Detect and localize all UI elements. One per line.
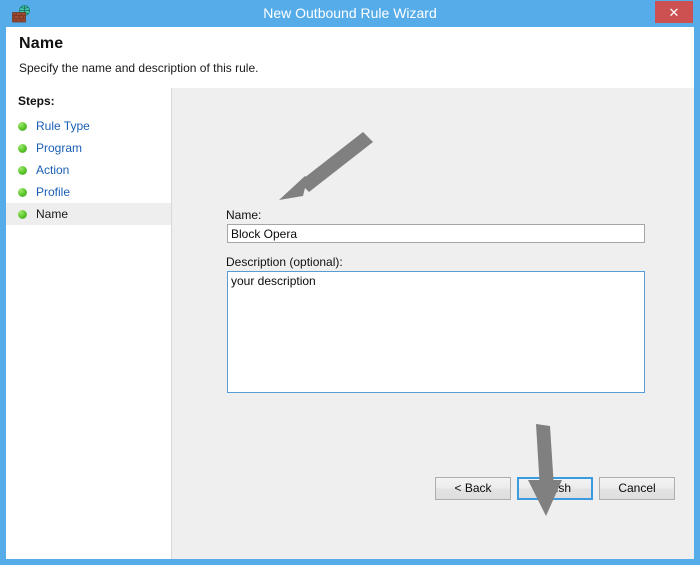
window-title: New Outbound Rule Wizard: [263, 5, 437, 21]
content-panel: Name: Description (optional): < Back Fin…: [172, 88, 694, 559]
button-bar: < Back Finish Cancel: [172, 477, 694, 517]
sidebar-item-name[interactable]: Name: [6, 203, 171, 225]
page-header: Name Specify the name and description of…: [6, 27, 694, 88]
sidebar-item-label: Program: [36, 141, 83, 155]
step-bullet-icon: [18, 144, 27, 153]
step-bullet-icon: [18, 122, 27, 131]
sidebar-item-action[interactable]: Action: [6, 159, 171, 181]
step-bullet-icon: [18, 210, 27, 219]
close-icon[interactable]: ✕: [655, 1, 693, 23]
cancel-button[interactable]: Cancel: [599, 477, 675, 500]
title-bar: New Outbound Rule Wizard ✕: [0, 0, 700, 27]
sidebar-item-label: Name: [36, 207, 69, 221]
description-input[interactable]: [227, 271, 645, 393]
wizard-client-area: Name Specify the name and description of…: [6, 27, 694, 559]
back-button[interactable]: < Back: [435, 477, 511, 500]
page-subtitle: Specify the name and description of this…: [19, 61, 259, 75]
sidebar-item-profile[interactable]: Profile: [6, 181, 171, 203]
finish-button[interactable]: Finish: [517, 477, 593, 500]
sidebar-item-label: Action: [36, 163, 70, 177]
wizard-window: New Outbound Rule Wizard ✕ Name Specify …: [0, 0, 700, 565]
sidebar-item-label: Profile: [36, 185, 71, 199]
sidebar-item-rule-type[interactable]: Rule Type: [6, 115, 171, 137]
name-label: Name:: [226, 208, 262, 222]
wizard-body: Steps: Rule Type Program Action Profile …: [6, 88, 694, 559]
step-bullet-icon: [18, 188, 27, 197]
steps-heading: Steps:: [18, 94, 55, 108]
name-input[interactable]: [227, 224, 645, 243]
step-bullet-icon: [18, 166, 27, 175]
steps-sidebar: Steps: Rule Type Program Action Profile …: [6, 88, 172, 559]
steps-list: Rule Type Program Action Profile Name: [6, 115, 171, 225]
description-label: Description (optional):: [226, 255, 343, 269]
sidebar-item-label: Rule Type: [36, 119, 90, 133]
page-title: Name: [19, 35, 64, 52]
sidebar-item-program[interactable]: Program: [6, 137, 171, 159]
